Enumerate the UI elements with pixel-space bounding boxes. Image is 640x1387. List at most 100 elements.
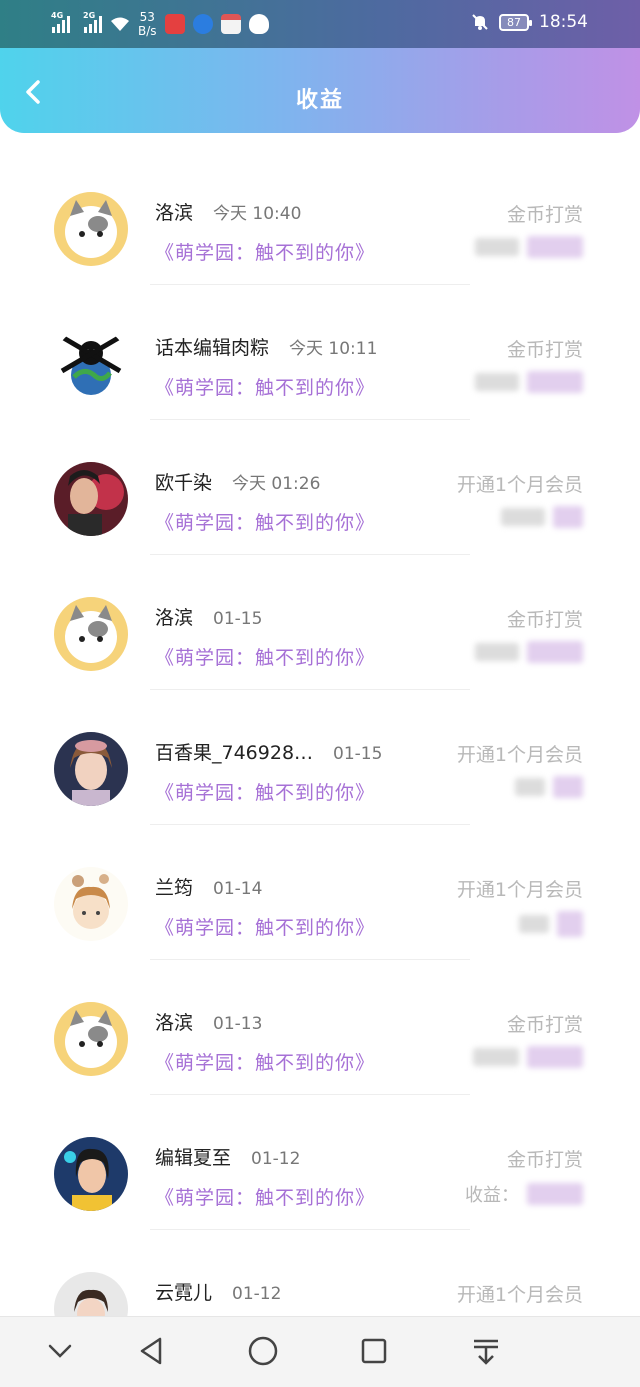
list-item[interactable]: 话本编辑肉粽 今天 10:11 《萌学园：触不到的你》 金币打赏 xyxy=(0,285,640,420)
name-line: 欧千染 今天 01:26 xyxy=(155,468,320,495)
user-name: 百香果_746928… xyxy=(155,742,314,764)
income-type: 开通1个月会员 xyxy=(456,1284,583,1306)
book-title[interactable]: 《萌学园：触不到的你》 xyxy=(155,1048,375,1075)
list-item[interactable]: 洛滨 01-13 《萌学园：触不到的你》 金币打赏 xyxy=(0,960,640,1095)
name-line: 兰筠 01-14 xyxy=(155,873,262,900)
book-title[interactable]: 《萌学园：触不到的你》 xyxy=(155,238,375,265)
name-line: 洛滨 今天 10:40 xyxy=(155,198,301,225)
signal-icon: 2G xyxy=(83,11,102,33)
redacted-amount xyxy=(553,776,583,798)
nav-recents-button[interactable] xyxy=(358,1335,390,1367)
income-amount xyxy=(475,641,583,663)
timestamp: 今天 10:40 xyxy=(213,204,302,224)
redacted-amount xyxy=(473,1048,519,1066)
user-name: 洛滨 xyxy=(155,607,194,629)
net-speed: 53 B/s xyxy=(138,10,157,38)
signal-label: 2G xyxy=(83,11,96,20)
redacted-amount xyxy=(475,238,519,256)
timestamp: 今天 01:26 xyxy=(232,474,321,494)
avatar[interactable] xyxy=(54,1137,128,1211)
avatar[interactable] xyxy=(54,732,128,806)
income-type: 开通1个月会员 xyxy=(456,744,583,766)
recents-square-icon xyxy=(361,1338,387,1364)
chevron-down-icon xyxy=(48,1344,72,1358)
income-amount xyxy=(515,776,583,798)
user-name: 话本编辑肉粽 xyxy=(155,337,270,359)
avatar[interactable] xyxy=(54,192,128,266)
avatar[interactable] xyxy=(54,867,128,941)
redacted-amount xyxy=(515,778,545,796)
avatar[interactable] xyxy=(54,327,128,401)
battery-level: 87 xyxy=(507,15,521,29)
income-amount xyxy=(519,911,583,937)
book-title[interactable]: 《萌学园：触不到的你》 xyxy=(155,643,375,670)
app-notification-icon xyxy=(164,14,185,34)
user-name: 洛滨 xyxy=(155,1012,194,1034)
timestamp: 01-13 xyxy=(213,1014,263,1034)
avatar[interactable] xyxy=(54,462,128,536)
income-type: 金币打赏 xyxy=(506,204,583,226)
book-title[interactable]: 《萌学园：触不到的你》 xyxy=(155,1183,375,1210)
redacted-amount xyxy=(527,371,583,393)
download-button[interactable] xyxy=(470,1335,502,1367)
redacted-amount xyxy=(527,641,583,663)
list-item[interactable]: 兰筠 01-14 《萌学园：触不到的你》 开通1个月会员 xyxy=(0,825,640,960)
avatar[interactable] xyxy=(54,597,128,671)
income-list: 洛滨 今天 10:40 《萌学园：触不到的你》 金币打赏 话本编辑肉粽 今天 1… xyxy=(0,150,640,1365)
calendar-icon xyxy=(220,14,241,34)
book-title[interactable]: 《萌学园：触不到的你》 xyxy=(155,508,375,535)
page-title: 收益 xyxy=(295,88,344,113)
name-line: 编辑夏至 01-12 xyxy=(155,1143,300,1170)
list-item[interactable]: 洛滨 今天 10:40 《萌学园：触不到的你》 金币打赏 xyxy=(0,150,640,285)
income-type: 金币打赏 xyxy=(506,609,583,631)
download-icon xyxy=(474,1339,498,1365)
timestamp: 01-12 xyxy=(251,1149,301,1169)
mute-bell-icon xyxy=(472,14,488,30)
timestamp: 今天 10:11 xyxy=(289,339,378,359)
income-amount xyxy=(475,371,583,393)
list-item[interactable]: 编辑夏至 01-12 《萌学园：触不到的你》 金币打赏 收益： xyxy=(0,1095,640,1230)
user-name: 编辑夏至 xyxy=(155,1147,232,1169)
user-name: 洛滨 xyxy=(155,202,194,224)
redacted-amount xyxy=(527,1046,583,1068)
collapse-button[interactable] xyxy=(44,1335,76,1367)
user-name: 兰筠 xyxy=(155,877,194,899)
header: 收益 xyxy=(0,48,640,133)
avatar[interactable] xyxy=(54,1002,128,1076)
name-line: 百香果_746928… 01-15 xyxy=(155,738,382,765)
wifi-icon xyxy=(110,16,130,32)
redacted-amount xyxy=(527,1183,583,1205)
income-type: 金币打赏 xyxy=(506,1149,583,1171)
redacted-amount xyxy=(475,373,519,391)
list-item[interactable]: 欧千染 今天 01:26 《萌学园：触不到的你》 开通1个月会员 xyxy=(0,420,640,555)
list-item[interactable]: 洛滨 01-15 《萌学园：触不到的你》 金币打赏 xyxy=(0,555,640,690)
income-type: 金币打赏 xyxy=(506,339,583,361)
timestamp: 01-15 xyxy=(213,609,263,629)
book-title[interactable]: 《萌学园：触不到的你》 xyxy=(155,373,375,400)
signal-icon: 4G xyxy=(51,11,70,33)
timestamp: 01-14 xyxy=(213,879,263,899)
clock: 18:54 xyxy=(539,12,588,32)
system-nav-bar xyxy=(0,1316,640,1387)
name-line: 洛滨 01-13 xyxy=(155,1008,262,1035)
name-line: 洛滨 01-15 xyxy=(155,603,262,630)
income-label: 收益： xyxy=(465,1185,519,1206)
income-type: 金币打赏 xyxy=(506,1014,583,1036)
qq-icon xyxy=(248,14,269,34)
redacted-amount xyxy=(557,911,583,937)
nav-home-button[interactable] xyxy=(247,1335,279,1367)
redacted-amount xyxy=(501,508,545,526)
nav-back-button[interactable] xyxy=(136,1335,168,1367)
redacted-amount xyxy=(475,643,519,661)
book-title[interactable]: 《萌学园：触不到的你》 xyxy=(155,778,375,805)
income-amount: 收益： xyxy=(465,1181,583,1207)
book-title[interactable]: 《萌学园：触不到的你》 xyxy=(155,913,375,940)
redacted-amount xyxy=(527,236,583,258)
income-amount xyxy=(475,236,583,258)
income-type: 开通1个月会员 xyxy=(456,474,583,496)
redacted-amount xyxy=(553,506,583,528)
list-item[interactable]: 百香果_746928… 01-15 《萌学园：触不到的你》 开通1个月会员 xyxy=(0,690,640,825)
name-line: 云霓儿 01-12 xyxy=(155,1278,281,1305)
bulb-icon xyxy=(192,14,213,34)
back-triangle-icon xyxy=(140,1337,162,1365)
